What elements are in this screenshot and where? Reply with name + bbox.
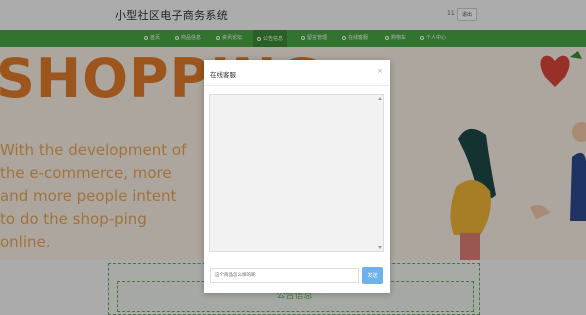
scroll-up-icon[interactable] bbox=[378, 97, 382, 100]
scroll-down-icon[interactable] bbox=[378, 246, 382, 249]
chat-history[interactable] bbox=[209, 94, 384, 252]
modal-title: 在线客服 bbox=[210, 71, 236, 79]
chat-modal: 在线客服 × 这个商品怎么样的呢 发送 bbox=[204, 60, 390, 293]
close-icon[interactable]: × bbox=[377, 67, 383, 75]
message-input[interactable]: 这个商品怎么样的呢 bbox=[210, 268, 359, 283]
modal-divider bbox=[204, 85, 390, 86]
send-button[interactable]: 发送 bbox=[362, 267, 383, 284]
